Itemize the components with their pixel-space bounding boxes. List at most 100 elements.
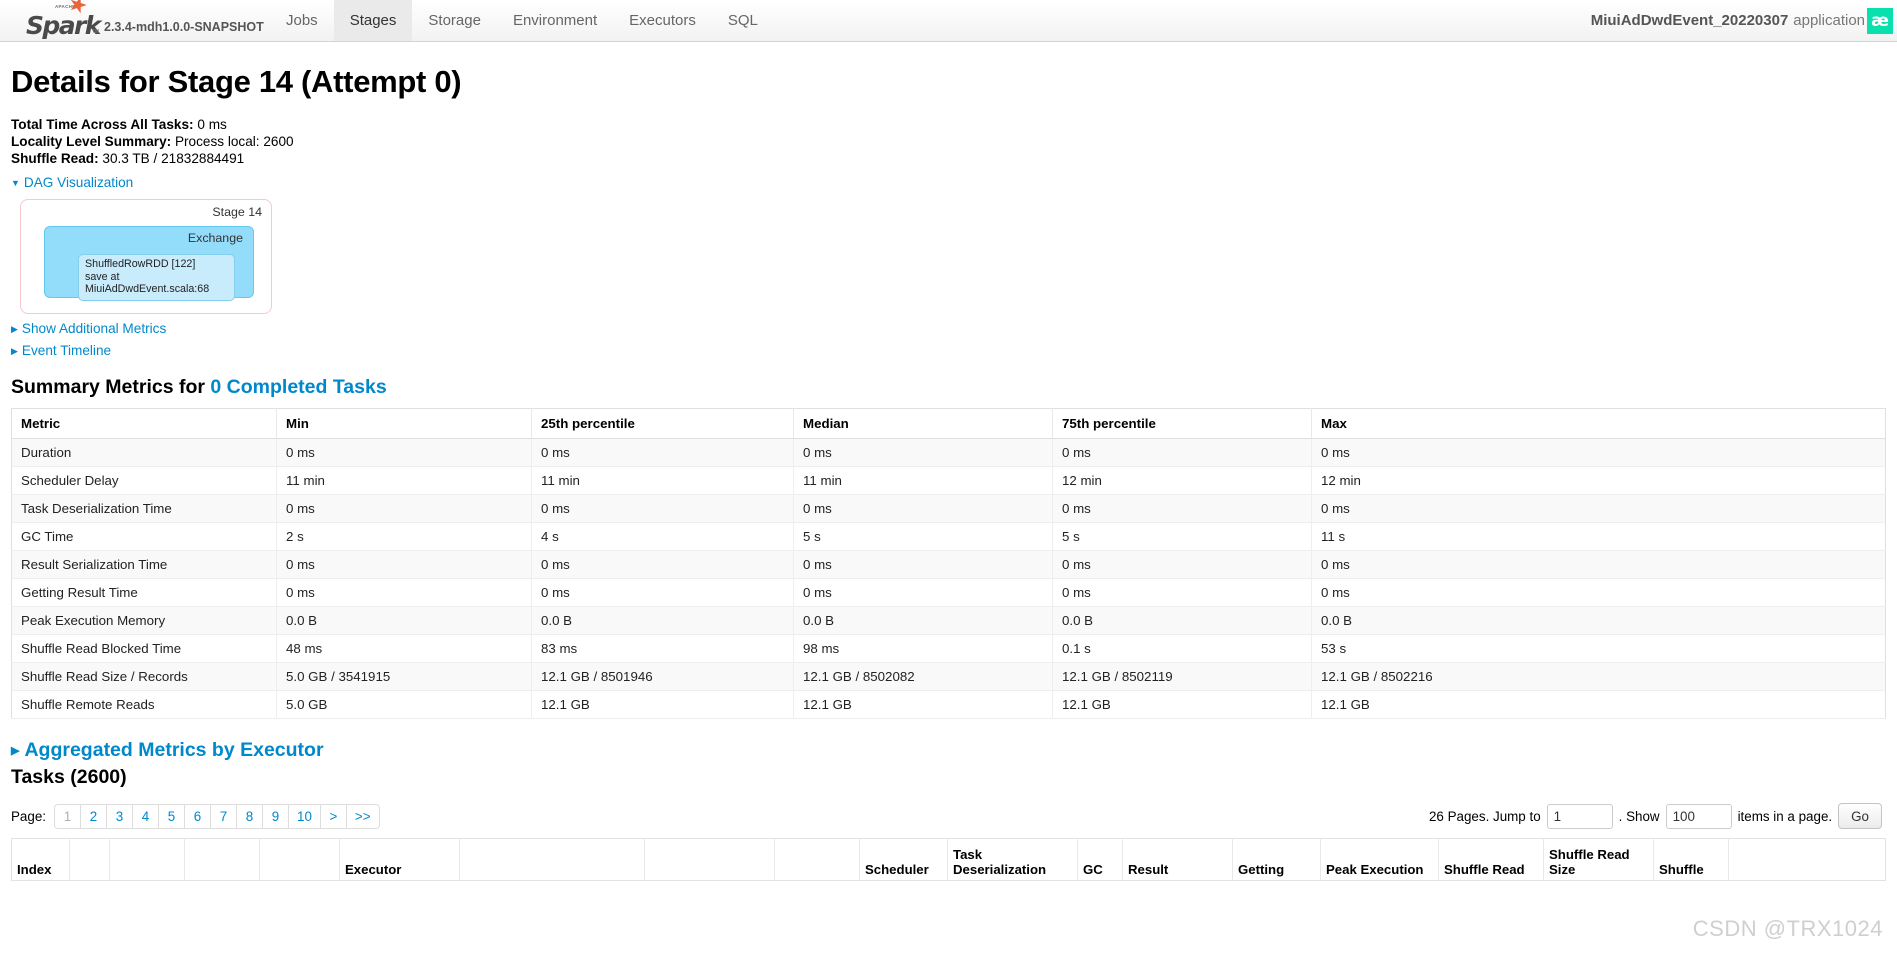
show-items-prefix: . Show	[1619, 809, 1660, 824]
nav-item-executors[interactable]: Executors	[613, 0, 712, 41]
cell-p75: 12.1 GB	[1053, 691, 1312, 719]
task-col-errors[interactable]	[1729, 839, 1886, 881]
task-col-shuffle-read-size[interactable]: Shuffle Read Size	[1544, 839, 1654, 881]
show-additional-metrics-label: Show Additional Metrics	[22, 321, 166, 336]
caret-down-icon: ▼	[11, 178, 20, 188]
table-row: Shuffle Read Size / Records 5.0 GB / 354…	[12, 663, 1886, 691]
task-col-shuffle-remote[interactable]: Shuffle	[1654, 839, 1729, 881]
cell-max: 12.1 GB	[1312, 691, 1886, 719]
tab-executors[interactable]: Executors	[613, 0, 712, 41]
col-header-p25[interactable]: 25th percentile	[532, 409, 794, 439]
table-row: Scheduler Delay 11 min 11 min 11 min 12 …	[12, 467, 1886, 495]
items-per-page-input[interactable]	[1666, 804, 1732, 829]
page-next-button[interactable]: >	[321, 805, 347, 828]
show-additional-metrics-toggle[interactable]: ▶Show Additional Metrics	[11, 321, 1886, 336]
cell-p25: 0.0 B	[532, 607, 794, 635]
cell-max: 11 s	[1312, 523, 1886, 551]
tab-stages[interactable]: Stages	[334, 0, 413, 41]
jump-to-page-input[interactable]	[1547, 804, 1613, 829]
page-button-8[interactable]: 8	[237, 805, 263, 828]
ime-indicator-icon[interactable]: æ	[1867, 8, 1893, 34]
page-button-10[interactable]: 10	[289, 805, 321, 828]
spark-logo-icon: APACHE Spark TM	[26, 7, 98, 37]
page-button-7[interactable]: 7	[211, 805, 237, 828]
page-button-3[interactable]: 3	[107, 805, 133, 828]
col-header-metric[interactable]: Metric	[12, 409, 277, 439]
task-col-status[interactable]	[185, 839, 260, 881]
dag-exchange-box[interactable]: Exchange ShuffledRowRDD [122] save at Mi…	[44, 226, 254, 298]
col-header-min[interactable]: Min	[277, 409, 532, 439]
cell-p75: 0 ms	[1053, 579, 1312, 607]
application-name: MiuiAdDwdEvent_20220307	[1591, 12, 1789, 29]
page-button-9[interactable]: 9	[263, 805, 289, 828]
cell-metric: Getting Result Time	[12, 579, 277, 607]
nav-item-jobs[interactable]: Jobs	[270, 0, 334, 41]
aggregated-metrics-by-executor-toggle[interactable]: ▶Aggregated Metrics by Executor	[11, 739, 1886, 762]
application-suffix: application	[1793, 12, 1865, 29]
cell-max: 0 ms	[1312, 579, 1886, 607]
summary-label-locality: Locality Level Summary:	[11, 134, 171, 149]
page-button-2[interactable]: 2	[81, 805, 107, 828]
event-timeline-toggle[interactable]: ▶Event Timeline	[11, 343, 1886, 358]
dag-rdd-node[interactable]: ShuffledRowRDD [122] save at MiuiAdDwdEv…	[78, 254, 235, 301]
cell-p75: 0 ms	[1053, 495, 1312, 523]
cell-metric: Result Serialization Time	[12, 551, 277, 579]
dag-visualization-panel: Stage 14 Exchange ShuffledRowRDD [122] s…	[20, 199, 1886, 314]
cell-min: 0 ms	[277, 551, 532, 579]
cell-metric: Shuffle Read Size / Records	[12, 663, 277, 691]
tab-sql[interactable]: SQL	[712, 0, 774, 41]
cell-median: 98 ms	[794, 635, 1053, 663]
nav-item-sql[interactable]: SQL	[712, 0, 774, 41]
cell-metric: GC Time	[12, 523, 277, 551]
task-col-duration[interactable]	[775, 839, 860, 881]
task-col-id[interactable]	[70, 839, 110, 881]
brand[interactable]: APACHE Spark TM 2.3.4-mdh1.0.0-SNAPSHOT	[0, 0, 270, 41]
page-button-6[interactable]: 6	[185, 805, 211, 828]
cell-min: 0.0 B	[277, 607, 532, 635]
cell-min: 0 ms	[277, 439, 532, 467]
task-col-locality[interactable]	[260, 839, 340, 881]
tab-storage[interactable]: Storage	[412, 0, 497, 41]
nav-item-environment[interactable]: Environment	[497, 0, 613, 41]
col-header-median[interactable]: Median	[794, 409, 1053, 439]
task-col-attempt[interactable]	[110, 839, 185, 881]
tasks-pagination: Page: 1 2 3 4 5 6 7 8 9 10 > >> 26 Pages…	[11, 803, 1886, 829]
cell-median: 11 min	[794, 467, 1053, 495]
cell-min: 2 s	[277, 523, 532, 551]
cell-metric: Shuffle Remote Reads	[12, 691, 277, 719]
nav-item-stages[interactable]: Stages	[334, 0, 413, 41]
summary-value-total-time: 0 ms	[197, 117, 226, 132]
tab-environment[interactable]: Environment	[497, 0, 613, 41]
task-col-host[interactable]	[460, 839, 645, 881]
page-button-5[interactable]: 5	[159, 805, 185, 828]
task-col-launch-time[interactable]	[645, 839, 775, 881]
nav-item-storage[interactable]: Storage	[412, 0, 497, 41]
completed-tasks-link[interactable]: 0 Completed Tasks	[210, 376, 386, 398]
task-col-index[interactable]: Index	[12, 839, 70, 881]
page-button-4[interactable]: 4	[133, 805, 159, 828]
task-col-getting-result[interactable]: Getting	[1233, 839, 1321, 881]
task-col-shuffle-read-blocked[interactable]: Shuffle Read	[1439, 839, 1544, 881]
page-button-1[interactable]: 1	[55, 805, 81, 828]
task-col-scheduler-delay[interactable]: Scheduler	[860, 839, 948, 881]
task-col-gc-time[interactable]: GC	[1078, 839, 1123, 881]
task-col-executor[interactable]: Executor	[340, 839, 460, 881]
task-col-task-deserialization[interactable]: Task Deserialization	[948, 839, 1078, 881]
task-col-result-serialization[interactable]: Result	[1123, 839, 1233, 881]
tab-jobs[interactable]: Jobs	[270, 0, 334, 41]
dag-stage-label: Stage 14	[212, 205, 262, 219]
tasks-table: Index Executor Scheduler Task Deserializ…	[11, 838, 1886, 881]
dag-visualization-toggle[interactable]: ▼DAG Visualization	[11, 175, 1886, 190]
col-header-p75[interactable]: 75th percentile	[1053, 409, 1312, 439]
cell-p25: 11 min	[532, 467, 794, 495]
task-col-peak-execution-memory[interactable]: Peak Execution	[1321, 839, 1439, 881]
navbar: APACHE Spark TM 2.3.4-mdh1.0.0-SNAPSHOT …	[0, 0, 1897, 42]
cell-max: 53 s	[1312, 635, 1886, 663]
summary-metrics-table: Metric Min 25th percentile Median 75th p…	[11, 408, 1886, 719]
dag-stage-box[interactable]: Stage 14 Exchange ShuffledRowRDD [122] s…	[20, 199, 272, 314]
trademark-label: TM	[92, 29, 99, 35]
page-last-button[interactable]: >>	[347, 805, 379, 828]
col-header-max[interactable]: Max	[1312, 409, 1886, 439]
go-button[interactable]: Go	[1838, 803, 1882, 829]
cell-p25: 12.1 GB / 8501946	[532, 663, 794, 691]
